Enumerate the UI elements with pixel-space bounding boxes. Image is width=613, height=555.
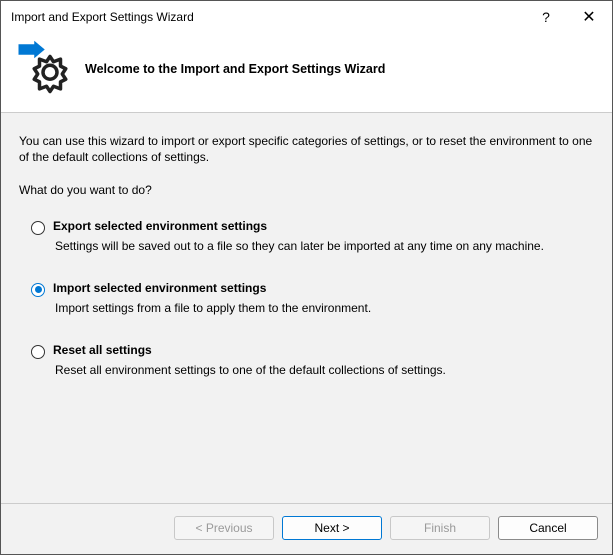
wizard-header: Welcome to the Import and Export Setting… bbox=[1, 33, 612, 113]
window-title: Import and Export Settings Wizard bbox=[11, 10, 526, 24]
intro-text: You can use this wizard to import or exp… bbox=[19, 133, 594, 165]
option-desc: Reset all environment settings to one of… bbox=[55, 363, 446, 377]
close-button[interactable]: ✕ bbox=[566, 1, 612, 33]
wizard-footer: < Previous Next > Finish Cancel bbox=[1, 503, 612, 554]
option-title: Import selected environment settings bbox=[53, 281, 371, 295]
option-title: Export selected environment settings bbox=[53, 219, 544, 233]
help-button[interactable]: ? bbox=[526, 1, 566, 33]
wizard-title: Welcome to the Import and Export Setting… bbox=[85, 62, 385, 76]
prompt-text: What do you want to do? bbox=[19, 183, 594, 197]
option-import[interactable]: Import selected environment settings Imp… bbox=[31, 281, 594, 315]
gear-import-icon bbox=[15, 39, 71, 98]
option-export[interactable]: Export selected environment settings Set… bbox=[31, 219, 594, 253]
cancel-button[interactable]: Cancel bbox=[498, 516, 598, 540]
finish-button: Finish bbox=[390, 516, 490, 540]
wizard-body: You can use this wizard to import or exp… bbox=[1, 113, 612, 503]
previous-button: < Previous bbox=[174, 516, 274, 540]
option-desc: Settings will be saved out to a file so … bbox=[55, 239, 544, 253]
option-desc: Import settings from a file to apply the… bbox=[55, 301, 371, 315]
next-button[interactable]: Next > bbox=[282, 516, 382, 540]
radio-icon[interactable] bbox=[31, 283, 45, 297]
radio-icon[interactable] bbox=[31, 345, 45, 359]
titlebar: Import and Export Settings Wizard ? ✕ bbox=[1, 1, 612, 33]
option-reset[interactable]: Reset all settings Reset all environment… bbox=[31, 343, 594, 377]
option-title: Reset all settings bbox=[53, 343, 446, 357]
radio-icon[interactable] bbox=[31, 221, 45, 235]
